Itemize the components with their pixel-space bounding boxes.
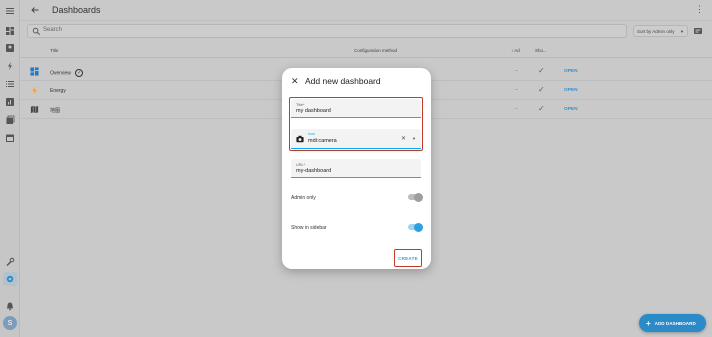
settings-gear-icon[interactable] bbox=[3, 272, 17, 286]
filter-icon[interactable] bbox=[693, 26, 703, 36]
admin-value: – bbox=[515, 87, 518, 93]
column-configuration[interactable]: Configuration method bbox=[354, 48, 397, 53]
sort-dropdown[interactable]: Sort by Admin only ▼ bbox=[633, 25, 688, 37]
search-icon bbox=[32, 27, 41, 36]
show-check-icon: ✓ bbox=[538, 85, 545, 94]
add-dashboard-button[interactable]: + ADD DASHBOARD bbox=[639, 314, 706, 332]
show-sidebar-row: Show in sidebar bbox=[291, 222, 423, 234]
table-header: Title Configuration method ↑ Ad Sho... bbox=[21, 43, 712, 58]
plus-icon: + bbox=[646, 318, 651, 328]
search-placeholder: Search bbox=[43, 27, 63, 33]
lightning-icon[interactable] bbox=[3, 59, 17, 73]
user-avatar[interactable]: S bbox=[3, 316, 17, 330]
bell-icon[interactable] bbox=[3, 299, 17, 313]
url-field-value: my-dashboard bbox=[296, 168, 332, 174]
more-options-icon[interactable]: ⋮ bbox=[695, 4, 704, 15]
menu-icon[interactable] bbox=[3, 4, 17, 18]
toggle-knob bbox=[414, 192, 423, 202]
admin-value: – bbox=[515, 106, 518, 112]
list-icon[interactable] bbox=[3, 77, 17, 91]
sort-arrow-icon: ↑ bbox=[511, 48, 514, 53]
create-button[interactable]: CREATE bbox=[394, 249, 422, 267]
page-title: Dashboards bbox=[52, 5, 101, 15]
show-check-icon: ✓ bbox=[538, 66, 545, 75]
lightning-icon bbox=[32, 86, 37, 95]
highlight-box bbox=[289, 97, 423, 151]
admin-only-row: Admin only bbox=[291, 192, 423, 204]
admin-value: – bbox=[515, 68, 518, 74]
chart-box-icon[interactable] bbox=[3, 95, 17, 109]
show-sidebar-label: Show in sidebar bbox=[291, 225, 327, 231]
open-link[interactable]: OPEN bbox=[564, 107, 578, 112]
column-show[interactable]: Sho... bbox=[535, 48, 547, 53]
map-icon bbox=[30, 105, 39, 114]
url-field[interactable]: URL* my-dashboard bbox=[291, 159, 421, 178]
show-check-icon: ✓ bbox=[538, 104, 545, 113]
column-title[interactable]: Title bbox=[50, 48, 58, 53]
add-dashboard-label: ADD DASHBOARD bbox=[654, 320, 696, 326]
admin-only-toggle[interactable] bbox=[408, 192, 423, 202]
wrench-icon[interactable] bbox=[3, 255, 17, 269]
open-link[interactable]: OPEN bbox=[564, 88, 578, 93]
sort-label: Sort by Admin only bbox=[637, 28, 675, 34]
overview-icon[interactable] bbox=[3, 24, 17, 38]
row-title: Overview ✓ bbox=[50, 69, 84, 77]
open-link[interactable]: OPEN bbox=[564, 69, 578, 74]
row-title: Energy bbox=[50, 88, 66, 94]
chevron-down-icon: ▼ bbox=[680, 29, 684, 34]
url-field-label: URL* bbox=[296, 163, 306, 167]
account-box-icon[interactable] bbox=[3, 41, 17, 55]
check-circle-icon: ✓ bbox=[75, 69, 84, 77]
dialog-title: Add new dashboard bbox=[305, 76, 381, 86]
admin-only-label: Admin only bbox=[291, 195, 316, 201]
dashboard-icon bbox=[30, 67, 39, 76]
calendar-icon[interactable] bbox=[3, 131, 17, 145]
sidebar: S bbox=[0, 0, 20, 337]
close-icon[interactable]: ✕ bbox=[291, 76, 299, 87]
show-sidebar-toggle[interactable] bbox=[408, 222, 423, 232]
row-title: 地图 bbox=[50, 108, 61, 114]
back-arrow-icon[interactable] bbox=[30, 5, 40, 15]
search-input[interactable]: Search bbox=[27, 24, 627, 38]
top-app-bar: Dashboards ⋮ bbox=[21, 0, 712, 21]
media-icon[interactable] bbox=[3, 113, 17, 127]
toggle-knob bbox=[414, 222, 423, 232]
column-admin[interactable]: ↑ Ad bbox=[511, 48, 520, 53]
